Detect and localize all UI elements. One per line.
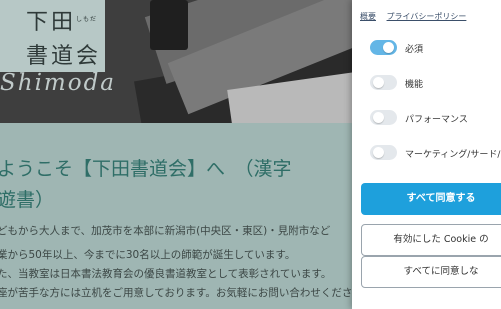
- intro-paragraph: 業から50年以上、今までに30名以上の師範が誕生しています。: [0, 249, 296, 261]
- intro-paragraph: どもから大人まで、加茂市を本部に新潟市(中央区・東区)・見附市など: [0, 225, 331, 237]
- logo-text-line1: 下田: [26, 10, 77, 35]
- performance-toggle[interactable]: [370, 110, 397, 125]
- consent-option-marketing: マーケティング/サード/: [370, 145, 501, 161]
- hero-image: 下田 しもだ 書道会 Shimoda: [0, 0, 352, 123]
- consent-option-required: 必須: [370, 40, 501, 56]
- functional-toggle[interactable]: [370, 75, 397, 90]
- intro-paragraph: た、当教室は日本書法教育会の優良書道教室として表彰されています。: [0, 268, 332, 280]
- required-label: 必須: [405, 45, 424, 55]
- logo-reading: しもだ: [76, 16, 98, 23]
- consent-option-performance: パフォーマンス: [370, 110, 501, 126]
- consent-option-functional: 機能: [370, 75, 501, 91]
- welcome-heading-line2: 遊書）: [0, 189, 55, 211]
- welcome-heading: ようこそ【下田書道会】へ （漢字: [0, 158, 292, 180]
- privacy-policy-link[interactable]: プライバシーポリシー: [387, 12, 467, 21]
- marketing-label: マーケティング/サード/: [405, 150, 501, 160]
- page: 下田 しもだ 書道会 Shimoda ようこそ【下田書道会】へ （漢字 遊書） …: [0, 0, 501, 309]
- logo-text-line2: 書道会: [26, 44, 102, 69]
- marketing-toggle[interactable]: [370, 145, 397, 160]
- performance-label: パフォーマンス: [405, 115, 468, 125]
- overview-link[interactable]: 概要: [360, 12, 376, 21]
- accept-enabled-cookies-button[interactable]: 有効にした Cookie の: [361, 224, 501, 256]
- intro-paragraph: 座が苦手な方には立机をご用意しております。お気軽にお問い合わせください。: [0, 287, 374, 299]
- reject-all-button[interactable]: すべてに同意しな: [361, 256, 501, 288]
- required-toggle[interactable]: [370, 40, 397, 55]
- accept-all-button[interactable]: すべて同意する: [361, 183, 501, 215]
- consent-links: 概要 プライバシーポリシー: [360, 11, 474, 22]
- cookie-consent-panel: 概要 プライバシーポリシー 必須 機能 パフォーマンス マーケティング/サード/…: [352, 0, 501, 309]
- site-logo[interactable]: 下田 しもだ 書道会: [0, 0, 105, 72]
- functional-label: 機能: [405, 80, 424, 90]
- logo-latin-text: Shimoda: [0, 70, 117, 96]
